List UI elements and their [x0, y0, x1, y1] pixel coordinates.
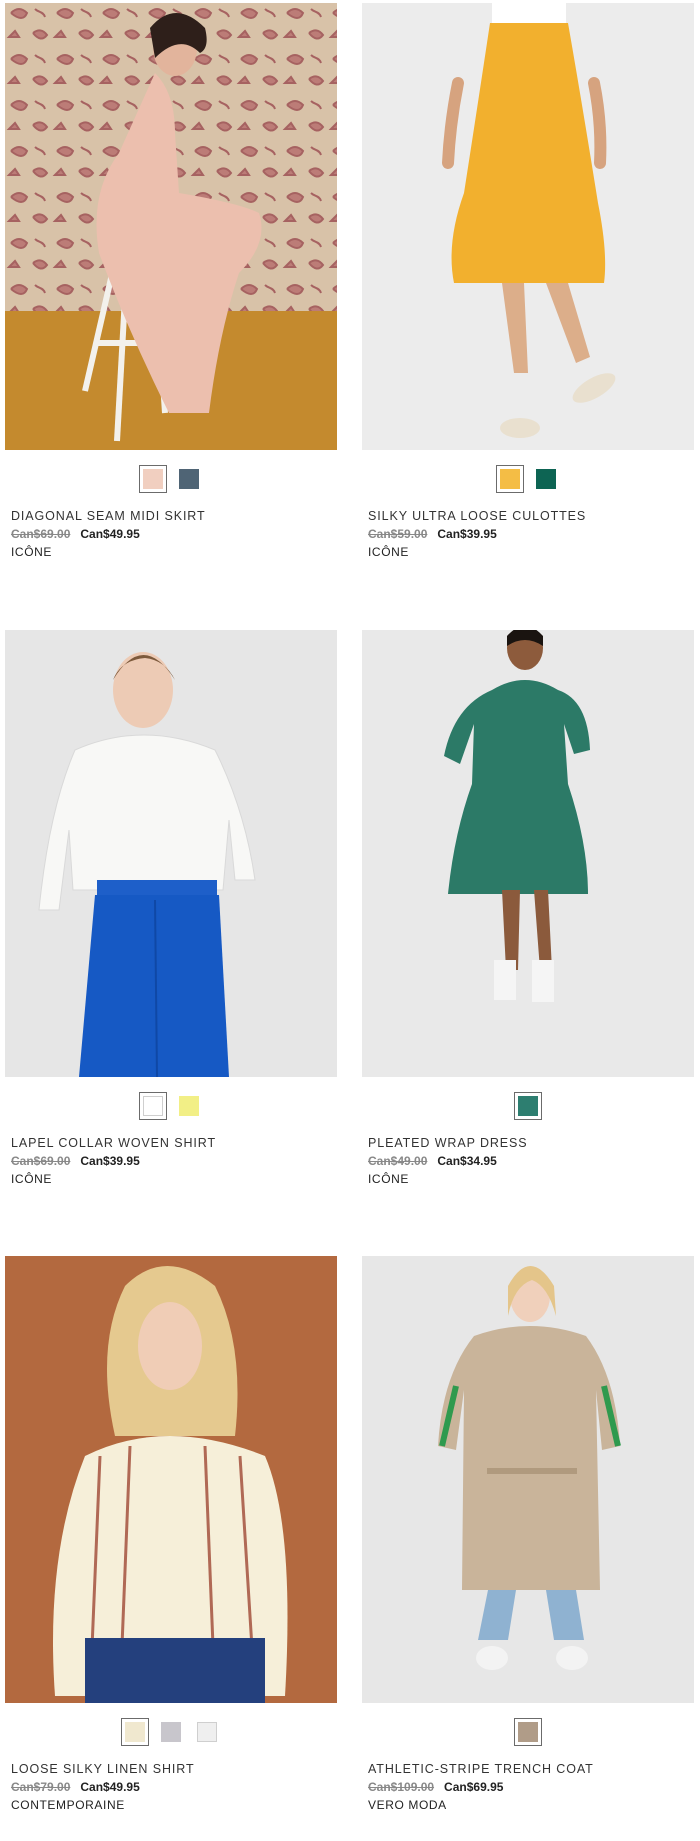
brand-name: CONTEMPORAINE	[11, 1798, 125, 1812]
product-card: ATHLETIC-STRIPE TRENCH COAT Can$109.00 Ca…	[362, 1256, 694, 1814]
product-image[interactable]	[362, 1256, 694, 1703]
sale-price: Can$39.95	[80, 1154, 140, 1168]
color-swatch[interactable]	[496, 465, 524, 493]
color-swatch[interactable]	[193, 1718, 221, 1746]
color-swatch[interactable]	[139, 1092, 167, 1120]
color-swatch[interactable]	[175, 1092, 203, 1120]
original-price: Can$69.00	[11, 1154, 71, 1168]
color-swatch[interactable]	[514, 1718, 542, 1746]
color-swatch[interactable]	[139, 465, 167, 493]
product-card: LOOSE SILKY LINEN SHIRT Can$79.00 Can$49.…	[5, 1256, 337, 1814]
product-image[interactable]	[5, 1256, 337, 1703]
original-price: Can$59.00	[368, 527, 428, 541]
color-swatch[interactable]	[121, 1718, 149, 1746]
color-swatch[interactable]	[514, 1092, 542, 1120]
brand-name: VERO MODA	[368, 1798, 447, 1812]
product-image[interactable]	[5, 630, 337, 1077]
product-name[interactable]: SILKY ULTRA LOOSE CULOTTES	[368, 508, 694, 525]
sale-price: Can$39.95	[437, 527, 497, 541]
product-card: DIAGONAL SEAM MIDI SKIRT Can$69.00 Can$49…	[5, 3, 337, 561]
color-swatches	[362, 450, 694, 508]
brand-name: ICÔNE	[11, 545, 53, 559]
product-image[interactable]	[5, 3, 337, 450]
product-image[interactable]	[362, 630, 694, 1077]
color-swatch[interactable]	[532, 465, 560, 493]
product-image[interactable]	[362, 3, 694, 450]
product-card: PLEATED WRAP DRESS Can$49.00 Can$34.95 IC…	[362, 630, 694, 1188]
product-name[interactable]: LOOSE SILKY LINEN SHIRT	[11, 1761, 337, 1778]
product-grid: DIAGONAL SEAM MIDI SKIRT Can$69.00 Can$49…	[0, 0, 700, 1841]
sale-price: Can$69.95	[444, 1780, 504, 1794]
sale-price: Can$49.95	[80, 527, 140, 541]
color-swatch[interactable]	[157, 1718, 185, 1746]
color-swatches	[362, 1077, 694, 1135]
brand-name: ICÔNE	[11, 1172, 53, 1186]
product-name[interactable]: PLEATED WRAP DRESS	[368, 1135, 694, 1152]
product-card: SILKY ULTRA LOOSE CULOTTES Can$59.00 Can$…	[362, 3, 694, 561]
color-swatches	[5, 1703, 337, 1761]
brand-name: ICÔNE	[368, 1172, 410, 1186]
sale-price: Can$49.95	[80, 1780, 140, 1794]
product-name[interactable]: DIAGONAL SEAM MIDI SKIRT	[11, 508, 337, 525]
color-swatches	[5, 450, 337, 508]
original-price: Can$109.00	[368, 1780, 435, 1794]
color-swatch[interactable]	[175, 465, 203, 493]
product-name[interactable]: LAPEL COLLAR WOVEN SHIRT	[11, 1135, 337, 1152]
color-swatches	[362, 1703, 694, 1761]
brand-name: ICÔNE	[368, 545, 410, 559]
color-swatches	[5, 1077, 337, 1135]
original-price: Can$49.00	[368, 1154, 428, 1168]
original-price: Can$69.00	[11, 527, 71, 541]
sale-price: Can$34.95	[437, 1154, 497, 1168]
product-name[interactable]: ATHLETIC-STRIPE TRENCH COAT	[368, 1761, 694, 1778]
original-price: Can$79.00	[11, 1780, 71, 1794]
product-card: LAPEL COLLAR WOVEN SHIRT Can$69.00 Can$39…	[5, 630, 337, 1188]
